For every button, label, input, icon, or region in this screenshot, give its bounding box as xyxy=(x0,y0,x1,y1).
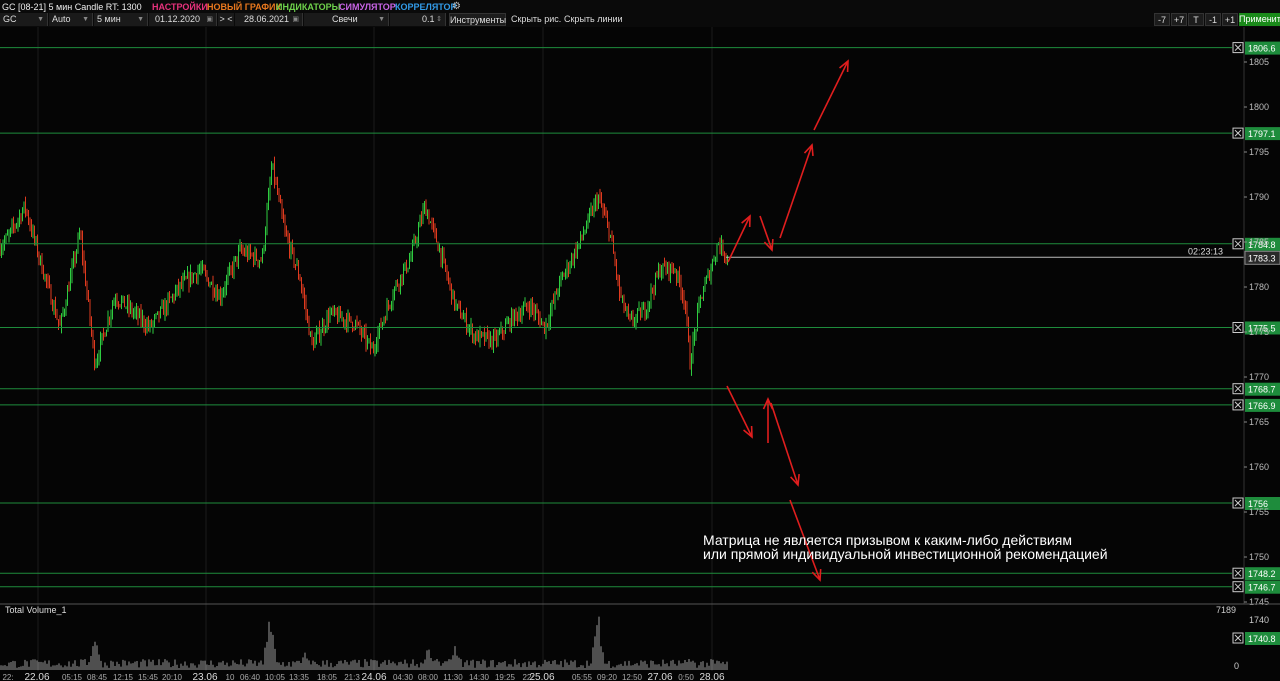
chevron-down-icon: ▼ xyxy=(378,16,385,23)
time-axis-label: 11:30 xyxy=(443,673,463,681)
level-tag-label: 1748.2 xyxy=(1248,569,1276,579)
chevron-down-icon: ▼ xyxy=(82,16,89,23)
countdown-timer: 02:23:13 xyxy=(1188,246,1223,256)
last-price-label: 1783.3 xyxy=(1248,253,1276,263)
date-from-value: 01.12.2020 xyxy=(155,14,201,24)
today-button[interactable]: T xyxy=(1188,13,1204,26)
price-tick: 1740 xyxy=(1249,615,1269,625)
shift-minus1-button[interactable]: -1 xyxy=(1205,13,1221,26)
chart-type-select[interactable]: Свечи ▼ xyxy=(304,13,389,26)
calendar-icon[interactable]: ▣ xyxy=(292,13,299,26)
timeframe-value: 5 мин xyxy=(97,14,121,24)
toolbar-row-controls: GC ▼ Auto ▼ 5 мин ▼ 01.12.2020 ▣ > < 28.06.2… xyxy=(0,13,1280,26)
time-axis-label: 09:20 xyxy=(597,673,618,681)
level-tag-label: 1740.8 xyxy=(1248,634,1276,644)
time-axis-label: 08:00 xyxy=(418,673,439,681)
time-axis-label: 19:25 xyxy=(495,673,516,681)
time-axis-label: 0:50 xyxy=(678,673,694,681)
menu-correlator[interactable]: КОРРЕЛЯТОР xyxy=(393,1,459,13)
step-stepper[interactable]: 0.1 ⇕ xyxy=(390,13,446,26)
scale-tick-label: 1745 xyxy=(1249,597,1269,607)
hide-lines-button[interactable]: Скрыть линии xyxy=(564,13,623,26)
scale-tick-label: 1760 xyxy=(1249,462,1269,472)
volume-zero-label: 0 xyxy=(1234,661,1239,671)
step-value: 0.1 xyxy=(422,14,435,24)
time-axis: 22: 22.06 05:15 08:45 12:15 15:45 20:10 23.06 10… xyxy=(0,671,1280,681)
time-axis-label: 08:45 xyxy=(87,673,108,681)
scale-tick-label: 1780 xyxy=(1249,282,1269,292)
chart-background xyxy=(0,27,1280,681)
time-axis-label: 12:15 xyxy=(113,673,134,681)
time-axis-label: 23.06 xyxy=(192,672,217,681)
shift-plus7-button[interactable]: +7 xyxy=(1171,13,1187,26)
time-axis-label: 27.06 xyxy=(647,672,672,681)
menu-simulator[interactable]: СИМУЛЯТОР xyxy=(337,1,398,13)
scale-tick-label: 1805 xyxy=(1249,57,1269,67)
time-axis-label: 13:35 xyxy=(289,673,310,681)
time-axis-label: 18:05 xyxy=(317,673,338,681)
time-axis-label: 05:15 xyxy=(62,673,83,681)
time-axis-label: 20:10 xyxy=(162,673,183,681)
time-axis-label: 10 xyxy=(226,673,235,681)
scale-tick-label: 1750 xyxy=(1249,552,1269,562)
price-chart[interactable]: 1806.61797.11784.81775.51768.71766.91756… xyxy=(0,27,1280,681)
level-tag-label: 1746.7 xyxy=(1248,583,1276,593)
scale-tick-label: 1775 xyxy=(1249,327,1269,337)
apply-button[interactable]: Применить xyxy=(1239,13,1280,26)
date-from-field[interactable]: 01.12.2020 ▣ xyxy=(149,13,217,26)
time-axis-label: 22.06 xyxy=(24,672,49,681)
scale-tick-label: 1770 xyxy=(1249,372,1269,382)
menu-settings[interactable]: НАСТРОЙКИ xyxy=(150,1,210,13)
level-tag-label: 1766.9 xyxy=(1248,401,1276,411)
time-axis-label: 22: xyxy=(2,673,13,681)
time-axis-label: 28.06 xyxy=(699,672,724,681)
shift-plus1-button[interactable]: +1 xyxy=(1222,13,1238,26)
date-to-value: 28.06.2021 xyxy=(244,14,290,24)
scale-tick-label: 1755 xyxy=(1249,507,1269,517)
time-axis-label: 06:40 xyxy=(240,673,261,681)
toolbar-row-menu: GC [08-21] 5 мин Candle RT: 1300 НАСТРОЙ… xyxy=(0,0,1280,13)
disclaimer-line: или прямой индивидуальной инвестиционной… xyxy=(703,546,1108,562)
time-axis-label: 12:50 xyxy=(622,673,643,681)
scale-tick-label: 1765 xyxy=(1249,417,1269,427)
scale-tick-label: 1800 xyxy=(1249,102,1269,112)
timeframe-select[interactable]: 5 мин ▼ xyxy=(94,13,148,26)
time-axis-label: 25.06 xyxy=(529,672,554,681)
mode-value: Auto xyxy=(52,14,71,24)
level-tag-label: 1768.7 xyxy=(1248,385,1276,395)
menu-indicators[interactable]: ИНДИКАТОРЫ xyxy=(274,1,342,13)
calendar-icon[interactable]: ▣ xyxy=(206,13,213,26)
gear-icon[interactable]: ⚙ xyxy=(452,1,461,13)
mode-select[interactable]: Auto ▼ xyxy=(49,13,93,26)
tools-button[interactable]: Инструменты xyxy=(449,13,506,26)
time-axis-label: 05:55 xyxy=(572,673,593,681)
time-axis-label: 24.06 xyxy=(361,672,386,681)
time-axis-label: 10:05 xyxy=(265,673,286,681)
volume-title: Total Volume_1 xyxy=(5,605,67,615)
symbol-select[interactable]: GC ▼ xyxy=(0,13,48,26)
time-axis-label: 15:45 xyxy=(138,673,159,681)
chart-type-value: Свечи xyxy=(332,14,358,24)
time-axis-label: 21:3 xyxy=(344,673,360,681)
menu-new-chart[interactable]: НОВЫЙ ГРАФИК xyxy=(205,1,283,13)
time-axis-label: 14:30 xyxy=(469,673,490,681)
shift-minus7-button[interactable]: -7 xyxy=(1154,13,1170,26)
time-axis-label: 04:30 xyxy=(393,673,414,681)
disclaimer-text: Матрица не является призывом к каким-либ… xyxy=(703,532,1108,562)
stepper-arrows-icon[interactable]: ⇕ xyxy=(436,13,442,26)
chevron-down-icon: ▼ xyxy=(137,16,144,23)
level-tag-label: 1806.6 xyxy=(1248,44,1276,54)
level-tag-label: 1797.1 xyxy=(1248,129,1276,139)
toolbar: GC [08-21] 5 мин Candle RT: 1300 НАСТРОЙ… xyxy=(0,0,1280,28)
range-nav-button[interactable]: > < xyxy=(218,13,234,26)
scale-tick-label: 1795 xyxy=(1249,147,1269,157)
hide-drawings-button[interactable]: Скрыть рис. xyxy=(511,13,561,26)
scale-tick-label: 1785 xyxy=(1249,237,1269,247)
volume-max-label: 7189 xyxy=(1216,605,1236,615)
scale-tick-label: 1790 xyxy=(1249,192,1269,202)
date-to-field[interactable]: 28.06.2021 ▣ xyxy=(235,13,303,26)
chart-title: GC [08-21] 5 мин Candle RT: 1300 xyxy=(2,2,142,12)
symbol-value: GC xyxy=(3,14,17,24)
chevron-down-icon: ▼ xyxy=(37,16,44,23)
